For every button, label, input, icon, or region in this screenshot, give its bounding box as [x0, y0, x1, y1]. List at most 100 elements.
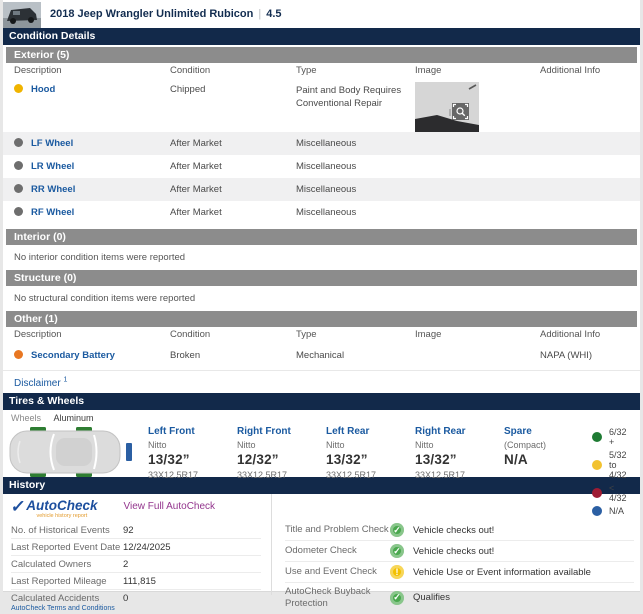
tire-position-label: Right Rear	[415, 426, 504, 437]
additional-info-cell	[540, 207, 640, 224]
col-description: Description	[14, 329, 170, 340]
stat-value: 92	[123, 525, 134, 536]
check-result-text: Vehicle checks out!	[413, 546, 494, 557]
history-stats-panel: ✓ AutoCheck vehicle history report View …	[3, 494, 272, 595]
stat-row: No. of Historical Events 92	[11, 522, 261, 539]
check-label: Title and Problem Check	[285, 524, 390, 536]
type-cell: Paint and Body Requires Conventional Rep…	[296, 84, 408, 132]
section-other-header: Other (1)	[6, 311, 637, 327]
severity-dot	[14, 207, 23, 216]
vehicle-rating: 4.5	[266, 8, 281, 20]
severity-dot	[14, 138, 23, 147]
col-condition: Condition	[170, 65, 296, 76]
tire-brand: Nitto	[237, 440, 326, 450]
autocheck-logo: ✓ AutoCheck vehicle history report	[11, 499, 98, 519]
condition-item-link[interactable]: RF Wheel	[31, 207, 74, 218]
tire-tread-depth: N/A	[504, 452, 592, 467]
description-cell: RR Wheel	[14, 184, 170, 201]
col-additional-info: Additional Info	[540, 329, 640, 340]
description-cell: LR Wheel	[14, 161, 170, 178]
tires-body: Left Front Nitto 13/32” 33X12.5R17 Right…	[3, 423, 640, 477]
autocheck-check-icon: ✓	[10, 499, 26, 514]
col-type: Type	[296, 329, 415, 340]
additional-info-cell: NAPA (WHI)	[540, 350, 640, 370]
condition-item-link[interactable]: LF Wheel	[31, 138, 73, 149]
tire-size: 33X12.5R17	[326, 470, 415, 480]
tire-brand: Nitto	[415, 440, 504, 450]
tire-tread-depth: 13/32”	[326, 452, 415, 467]
tire-tread-depth: 13/32”	[415, 452, 504, 467]
tire-size: 33X12.5R17	[415, 470, 504, 480]
condition-item-link[interactable]: Hood	[31, 84, 55, 95]
description-cell: LF Wheel	[14, 138, 170, 155]
vehicle-thumbnail[interactable]	[3, 2, 41, 28]
wheels-label: Wheels	[11, 413, 41, 423]
tire-brand: Nitto	[326, 440, 415, 450]
condition-item-link[interactable]: Secondary Battery	[31, 350, 115, 361]
disclaimer-footnote: 1	[63, 377, 67, 384]
check-label: Odometer Check	[285, 545, 390, 557]
stat-label: Calculated Accidents	[11, 593, 123, 604]
description-cell: Hood	[14, 84, 170, 132]
interior-empty-text: No interior condition items were reporte…	[3, 245, 640, 268]
stat-row: Last Reported Event Date 12/24/2025	[11, 539, 261, 556]
tire-position-label: Left Rear	[326, 426, 415, 437]
legend-yellow-dot	[592, 460, 602, 470]
structure-empty-text: No structural condition items were repor…	[3, 286, 640, 309]
condition-cell: After Market	[170, 138, 296, 155]
tire-spare: Spare (Compact) N/A	[504, 425, 592, 477]
tire-position-label: Right Front	[237, 426, 326, 437]
col-description: Description	[14, 65, 170, 76]
spare-type: (Compact)	[504, 440, 592, 450]
tire-tread-depth: 12/32”	[237, 452, 326, 467]
tire-size: 33X12.5R17	[237, 470, 326, 480]
type-cell: Miscellaneous	[296, 207, 415, 224]
autocheck-tagline: vehicle history report	[26, 513, 97, 519]
stat-label: Calculated Owners	[11, 559, 123, 570]
vehicle-title: 2018 Jeep Wrangler Unlimited Rubicon	[50, 8, 253, 20]
tire-right-front: Right Front Nitto 12/32” 33X12.5R17	[237, 425, 326, 477]
legend-label: 5/32 to 4/32	[609, 450, 632, 480]
autocheck-terms-link[interactable]: AutoCheck Terms and Conditions	[11, 605, 123, 612]
spare-tire-indicator	[126, 443, 132, 461]
check-label: Use and Event Check	[285, 566, 390, 578]
vehicle-title-row: 2018 Jeep Wrangler Unlimited Rubicon|4.5	[50, 8, 282, 20]
image-cell	[415, 350, 540, 370]
autocheck-wordmark: AutoCheck	[26, 499, 97, 512]
condition-item-link[interactable]: RR Wheel	[31, 184, 75, 195]
image-cell	[415, 84, 540, 132]
condition-cell: Chipped	[170, 84, 296, 132]
wheels-value: Aluminum	[54, 413, 94, 423]
stat-label: Last Reported Event Date	[11, 542, 123, 553]
type-cell: Miscellaneous	[296, 138, 415, 155]
stat-value: 12/24/2025	[123, 542, 171, 553]
condition-row-lf-wheel: LF Wheel After Market Miscellaneous	[3, 132, 640, 155]
check-row: Title and Problem Check ✓ Vehicle checks…	[285, 520, 634, 541]
disclaimer-label: Disclaimer	[14, 378, 61, 389]
tire-size: 33X12.5R17	[148, 470, 237, 480]
damage-photo-thumbnail[interactable]	[415, 82, 479, 132]
section-interior-header: Interior (0)	[6, 229, 637, 245]
condition-cell: After Market	[170, 207, 296, 224]
autocheck-row: ✓ AutoCheck vehicle history report View …	[11, 494, 261, 522]
type-cell: Miscellaneous	[296, 184, 415, 201]
condition-item-link[interactable]: LR Wheel	[31, 161, 74, 172]
disclaimer-link[interactable]: Disclaimer 1	[14, 378, 67, 389]
condition-row-lr-wheel: LR Wheel After Market Miscellaneous	[3, 155, 640, 178]
col-image: Image	[415, 329, 540, 340]
history-body: ✓ AutoCheck vehicle history report View …	[3, 494, 640, 595]
check-ok-icon: ✓	[390, 591, 404, 605]
legend-green-dot	[592, 432, 602, 442]
condition-cell: After Market	[170, 161, 296, 178]
tire-brand: Nitto	[148, 440, 237, 450]
condition-row-rr-wheel: RR Wheel After Market Miscellaneous	[3, 178, 640, 201]
check-warning-icon: !	[390, 565, 404, 579]
check-row: Use and Event Check ! Vehicle Use or Eve…	[285, 562, 634, 583]
condition-row-rf-wheel: RF Wheel After Market Miscellaneous	[3, 201, 640, 224]
legend-item: 5/32 to 4/32	[592, 450, 632, 480]
check-ok-icon: ✓	[390, 544, 404, 558]
stat-label: Last Reported Mileage	[11, 576, 123, 587]
legend-label: 6/32 +	[609, 427, 632, 447]
view-full-autocheck-link[interactable]: View Full AutoCheck	[124, 501, 216, 512]
check-label: AutoCheck Buyback Protection	[285, 586, 390, 610]
